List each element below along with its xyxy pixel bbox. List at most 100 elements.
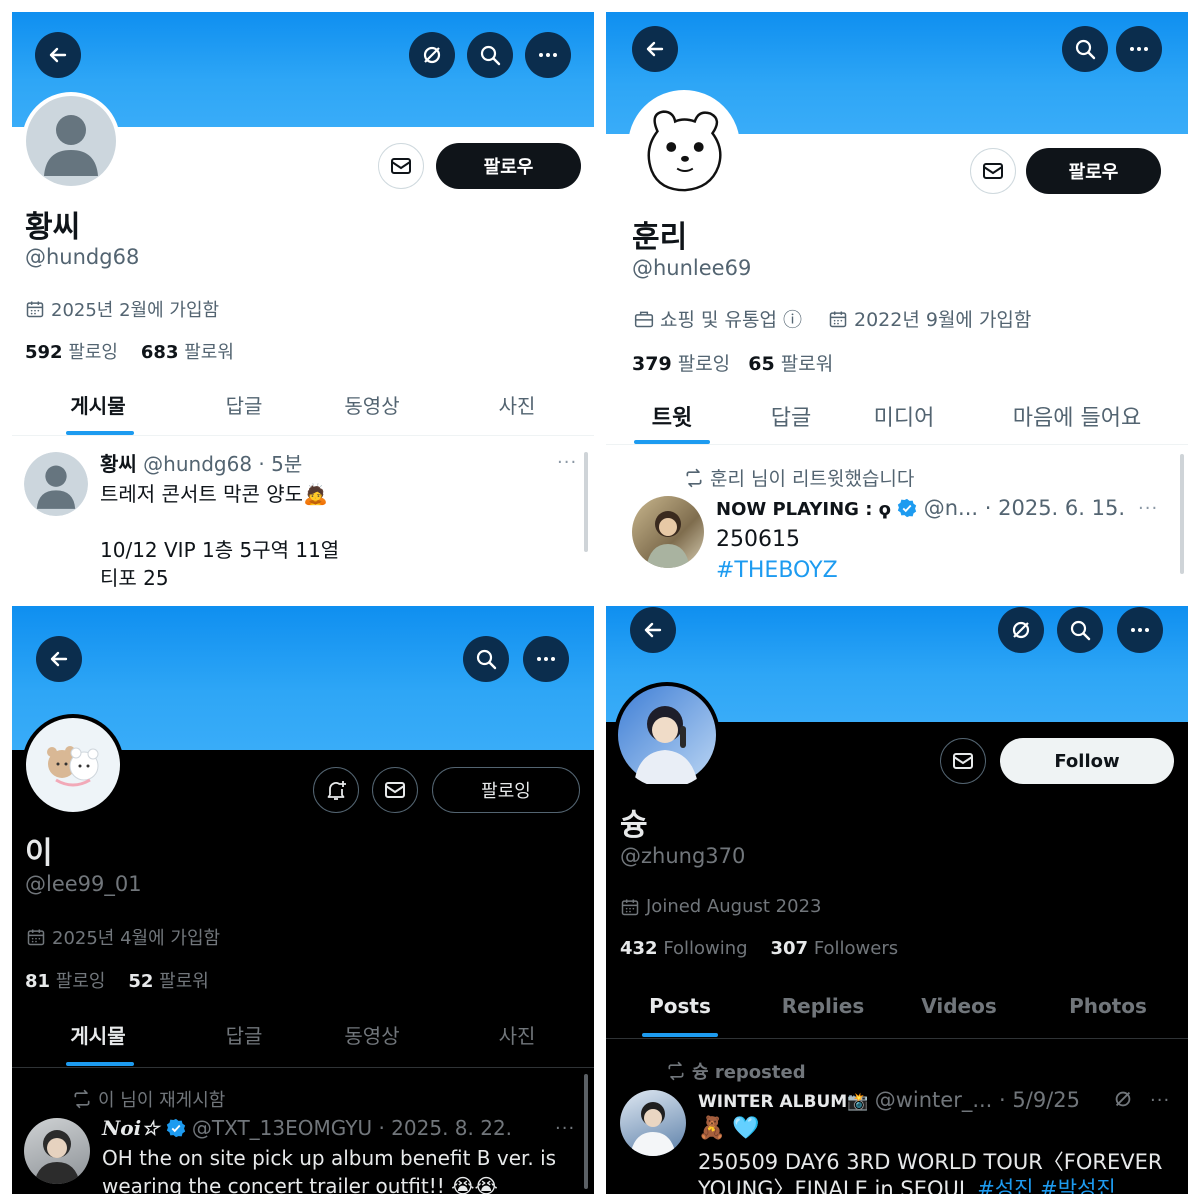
back-button[interactable] xyxy=(632,26,678,72)
grok-button[interactable] xyxy=(998,607,1044,653)
scrollbar[interactable] xyxy=(584,1074,588,1189)
following-link[interactable]: 592 팔로잉 xyxy=(25,342,118,363)
info-icon[interactable]: ⓘ xyxy=(783,305,802,332)
profile-panel-hundg68: 팔로우 황씨 @hundg68 2025년 2월에 가입함 592 팔로잉 68… xyxy=(12,12,594,604)
post-author[interactable]: 황씨 xyxy=(100,452,137,476)
avatar[interactable] xyxy=(22,714,124,816)
followers-link[interactable]: 65 팔로워 xyxy=(748,353,833,375)
following-button[interactable]: 팔로잉 xyxy=(432,767,580,813)
followers-link[interactable]: 683 팔로워 xyxy=(141,342,234,363)
search-button[interactable] xyxy=(1057,607,1103,653)
profile-panel-lee99: 팔로잉 이 @lee99_01 2025년 4월에 가입함 81 팔로잉 52 … xyxy=(12,606,594,1194)
back-arrow-icon xyxy=(646,41,664,57)
active-tab-indicator xyxy=(66,1062,134,1066)
post-text-line1: 250615 xyxy=(716,527,800,552)
tab-tweets[interactable]: 트윗 xyxy=(634,400,710,432)
tab-media[interactable]: 미디어 xyxy=(860,400,948,432)
scrollbar[interactable] xyxy=(584,452,588,552)
followers-link[interactable]: 307 Followers xyxy=(771,938,899,959)
post-handle-time: @TXT_13EOMGYU · 2025. 8. 22. xyxy=(191,1116,513,1140)
post-more-button[interactable]: ··· xyxy=(1138,498,1158,519)
tab-replies[interactable]: Replies xyxy=(776,994,870,1018)
post-hashtags[interactable]: #성진 #박성진 xyxy=(977,1177,1115,1194)
more-dots-icon xyxy=(1131,628,1149,632)
avatar[interactable] xyxy=(628,90,740,202)
post-author[interactable]: Noi☆ xyxy=(102,1116,159,1140)
post-author[interactable]: WINTER ALBUM📸 xyxy=(698,1092,868,1112)
post-text-line1: 트레저 콘서트 막콘 양도🙇 xyxy=(100,482,328,506)
post-more-button[interactable]: ··· xyxy=(557,452,577,473)
follow-button[interactable]: Follow xyxy=(1000,738,1174,784)
join-date-text: Joined August 2023 xyxy=(646,896,822,917)
follow-button[interactable]: 팔로우 xyxy=(436,143,581,189)
tab-videos[interactable]: 동영상 xyxy=(322,1020,422,1049)
message-button[interactable] xyxy=(940,738,986,784)
tab-photos[interactable]: 사진 xyxy=(477,390,557,419)
tab-posts[interactable]: 게시물 xyxy=(50,390,146,419)
post-text-line2-wrap: YOUNG〉FINALE in SEOUL #성진 #박성진 xyxy=(698,1173,1116,1194)
search-icon xyxy=(476,649,497,670)
display-name: 이 xyxy=(25,836,53,871)
grok-icon xyxy=(423,46,441,64)
default-avatar-icon xyxy=(24,452,88,516)
post-header: NOW PLAYING : ϙ @n... · 2025. 6. 15. xyxy=(716,496,1125,520)
follow-stats: 432 Following 307 Followers xyxy=(620,938,898,959)
tab-photos[interactable]: Photos xyxy=(1062,994,1154,1018)
follow-button[interactable]: 팔로우 xyxy=(1026,148,1161,194)
tab-likes[interactable]: 마음에 들어요 xyxy=(1004,400,1150,432)
tab-replies[interactable]: 답글 xyxy=(202,390,286,419)
repost-note: 이 님이 재게시함 xyxy=(72,1086,225,1112)
search-button[interactable] xyxy=(467,32,513,78)
tab-photos[interactable]: 사진 xyxy=(477,1020,557,1049)
post-avatar[interactable] xyxy=(620,1090,686,1156)
scrollbar[interactable] xyxy=(1180,454,1184,574)
message-button[interactable] xyxy=(372,767,418,813)
back-button[interactable] xyxy=(35,32,81,78)
post-hashtag[interactable]: #THEBOYZ xyxy=(716,558,838,583)
briefcase-icon xyxy=(634,311,654,327)
tab-replies[interactable]: 답글 xyxy=(754,400,828,432)
tab-videos[interactable]: Videos xyxy=(914,994,1004,1018)
following-link[interactable]: 432 Following xyxy=(620,938,748,959)
post-more-button[interactable]: ··· xyxy=(555,1118,575,1139)
search-icon xyxy=(1070,620,1091,641)
message-button[interactable] xyxy=(970,148,1016,194)
more-button[interactable] xyxy=(1116,26,1162,72)
avatar[interactable] xyxy=(614,682,720,788)
mail-icon xyxy=(983,163,1003,179)
divider xyxy=(606,444,1188,445)
following-link[interactable]: 81 팔로잉 xyxy=(25,971,105,992)
following-count: 379 xyxy=(632,353,672,375)
search-button[interactable] xyxy=(1062,26,1108,72)
followers-link[interactable]: 52 팔로워 xyxy=(128,971,208,992)
grok-button[interactable] xyxy=(409,32,455,78)
avatar[interactable] xyxy=(22,92,120,190)
post-avatar[interactable] xyxy=(24,1118,90,1184)
search-button[interactable] xyxy=(463,636,509,682)
notify-button[interactable] xyxy=(313,767,359,813)
tab-posts[interactable]: 게시물 xyxy=(50,1020,146,1049)
post-avatar[interactable] xyxy=(632,496,704,568)
message-button[interactable] xyxy=(378,143,424,189)
post-author[interactable]: NOW PLAYING : ϙ xyxy=(716,499,891,520)
profile-panel-hunlee69: 팔로우 훈리 @hunlee69 쇼핑 및 유통업 ⓘ 2022년 9월에 가입… xyxy=(606,12,1188,604)
join-date: 2025년 2월에 가입함 xyxy=(25,296,219,322)
post-text-line1: OH the on site pick up album benefit B v… xyxy=(102,1146,557,1170)
grok-icon[interactable] xyxy=(1112,1088,1134,1110)
back-arrow-icon xyxy=(644,622,662,638)
more-button[interactable] xyxy=(1117,607,1163,653)
more-button[interactable] xyxy=(525,32,571,78)
tab-replies[interactable]: 답글 xyxy=(202,1020,286,1049)
back-button[interactable] xyxy=(630,607,676,653)
post-more-button[interactable]: ··· xyxy=(1150,1090,1170,1111)
mail-icon xyxy=(391,158,411,174)
post-avatar[interactable] xyxy=(24,452,88,516)
user-handle: @lee99_01 xyxy=(25,872,142,896)
following-link[interactable]: 379 팔로잉 xyxy=(632,353,730,375)
tab-posts[interactable]: Posts xyxy=(636,994,724,1018)
join-date-text: 2025년 4월에 가입함 xyxy=(52,928,221,949)
tab-videos[interactable]: 동영상 xyxy=(322,390,422,419)
more-button[interactable] xyxy=(523,636,569,682)
back-button[interactable] xyxy=(36,636,82,682)
repost-icon xyxy=(74,1089,90,1109)
